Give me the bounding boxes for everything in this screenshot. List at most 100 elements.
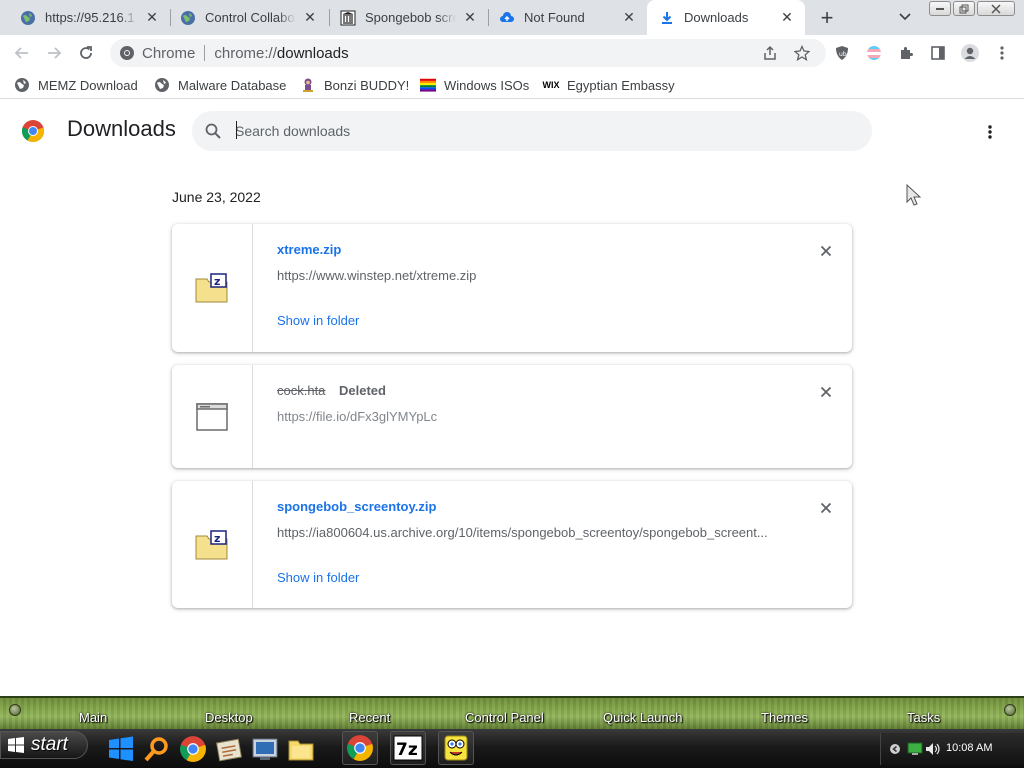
mouse-cursor-icon — [906, 184, 922, 206]
page-title: Downloads — [67, 116, 176, 141]
download-item: cock.hta Deleted https://file.io/dFx3glY… — [172, 365, 852, 468]
text-caret — [236, 121, 237, 139]
back-button[interactable] — [8, 39, 36, 67]
extensions-button[interactable] — [892, 39, 920, 67]
trans-flag-extension-button[interactable] — [860, 39, 888, 67]
search-icon[interactable] — [142, 734, 172, 764]
url-text: chrome://downloads — [214, 45, 348, 62]
ublock-extension-button[interactable]: ub — [828, 39, 856, 67]
launcher-main[interactable]: Main — [79, 710, 107, 725]
downloads-page: Downloads June 23, 2022 z xtreme.zip htt… — [0, 100, 1024, 696]
launcher-themes[interactable]: Themes — [761, 710, 808, 725]
trans-flag-icon — [867, 46, 881, 60]
reload-button[interactable] — [72, 39, 100, 67]
kebab-menu-icon — [988, 125, 992, 139]
more-actions-button[interactable] — [978, 120, 1002, 144]
new-tab-button[interactable]: + — [814, 5, 840, 31]
tab-1[interactable]: https://95.216.1 ✕ — [8, 0, 170, 35]
network-icon[interactable] — [907, 742, 923, 756]
volume-icon[interactable] — [925, 742, 941, 756]
notepad-icon[interactable] — [214, 734, 244, 764]
chrome-site-icon[interactable] — [118, 44, 136, 62]
tab-3[interactable]: Spongebob scre ✕ — [328, 0, 488, 35]
launcher-recent[interactable]: Recent — [349, 710, 390, 725]
windows-logo-icon[interactable] — [106, 734, 136, 764]
remove-download-button[interactable] — [816, 498, 836, 518]
circle-arrow-icon[interactable] — [889, 743, 901, 755]
tab-title: https://95.216.1 — [45, 10, 135, 25]
arrow-right-icon — [48, 47, 62, 59]
bookmark-malware-database[interactable]: Malware Database — [154, 75, 286, 95]
search-box[interactable] — [192, 111, 872, 151]
show-in-folder-link[interactable]: Show in folder — [277, 570, 359, 585]
zip-folder-icon: z — [195, 273, 228, 303]
restore-button[interactable] — [953, 1, 975, 16]
folder-icon[interactable] — [286, 734, 316, 764]
svg-text:7z: 7z — [396, 740, 418, 760]
launcher-control-panel[interactable]: Control Panel — [465, 710, 544, 725]
minimize-button[interactable] — [929, 1, 951, 16]
close-icon[interactable]: ✕ — [462, 9, 478, 26]
search-input[interactable] — [235, 119, 835, 143]
wix-icon: WIX — [542, 80, 560, 90]
close-icon[interactable]: ✕ — [144, 9, 160, 26]
bookmark-windows-isos[interactable]: Windows ISOs — [420, 75, 529, 95]
7zip-icon: 7z — [393, 735, 423, 761]
start-label: start — [31, 734, 68, 755]
launcher-desktop[interactable]: Desktop — [205, 710, 253, 725]
bookmark-label: Windows ISOs — [444, 77, 530, 93]
url-host: downloads — [276, 44, 349, 62]
start-button[interactable]: start — [0, 731, 88, 759]
tab-title: Spongebob scre — [365, 10, 456, 25]
close-icon[interactable]: ✕ — [302, 9, 318, 26]
task-chrome[interactable] — [342, 731, 378, 765]
chrome-icon[interactable] — [178, 734, 208, 764]
bookmark-bonzi-buddy[interactable]: Bonzi BUDDY! — [300, 75, 409, 95]
share-icon[interactable] — [760, 43, 780, 63]
close-icon[interactable]: ✕ — [779, 9, 795, 26]
bookmark-star-icon[interactable] — [792, 43, 812, 63]
launcher-tasks[interactable]: Tasks — [907, 710, 940, 725]
launcher-knob-left — [9, 704, 21, 716]
tab-5-active[interactable]: Downloads ✕ — [647, 0, 805, 35]
side-panel-button[interactable] — [924, 39, 952, 67]
file-url[interactable]: https://ia800604.us.archive.org/10/items… — [277, 525, 787, 540]
download-item: z xtreme.zip https://www.winstep.net/xtr… — [172, 224, 852, 352]
tab-search-button[interactable] — [894, 6, 916, 28]
forward-button[interactable] — [40, 39, 68, 67]
file-name-link[interactable]: spongebob_screentoy.zip — [277, 499, 436, 514]
computer-icon[interactable] — [250, 734, 280, 764]
tab-2[interactable]: Control Collabo ✕ — [168, 0, 328, 35]
tab-4[interactable]: Not Found ✕ — [487, 0, 647, 35]
launcher-quick-launch[interactable]: Quick Launch — [603, 710, 683, 725]
address-bar[interactable]: Chrome chrome://downloads — [110, 39, 826, 67]
taskbar: start 7z 10:08 AM — [0, 729, 1024, 768]
url-scheme: chrome:// — [214, 44, 277, 62]
system-tray: 10:08 AM — [880, 733, 1024, 765]
launcher-knob-right — [1004, 704, 1016, 716]
profile-button[interactable] — [956, 39, 984, 67]
spongebob-icon — [444, 735, 468, 761]
bookmark-memz[interactable]: MEMZ Download — [14, 75, 138, 95]
task-spongebob[interactable] — [438, 731, 474, 765]
clock[interactable]: 10:08 AM — [946, 742, 992, 754]
chrome-menu-button[interactable] — [988, 39, 1016, 67]
file-name-deleted: cock.hta — [277, 383, 326, 398]
deleted-status-label: Deleted — [339, 383, 386, 398]
arrow-left-icon — [14, 47, 28, 59]
file-icon-column: z — [172, 224, 253, 352]
chevron-down-icon — [899, 13, 911, 21]
task-7zip[interactable]: 7z — [390, 731, 426, 765]
bookmark-label: Egyptian Embassy — [567, 77, 675, 93]
file-url[interactable]: https://file.io/dFx3glYMYpLc — [277, 409, 787, 424]
file-name-link[interactable]: xtreme.zip — [277, 242, 341, 257]
close-icon — [820, 245, 832, 257]
file-url[interactable]: https://www.winstep.net/xtreme.zip — [277, 268, 787, 283]
cloud-upload-icon — [499, 10, 515, 26]
close-window-button[interactable] — [977, 1, 1015, 16]
remove-download-button[interactable] — [816, 241, 836, 261]
close-icon[interactable]: ✕ — [621, 9, 637, 26]
show-in-folder-link[interactable]: Show in folder — [277, 313, 359, 328]
bookmark-egyptian-embassy[interactable]: WIX Egyptian Embassy — [543, 75, 675, 95]
remove-download-button[interactable] — [816, 382, 836, 402]
